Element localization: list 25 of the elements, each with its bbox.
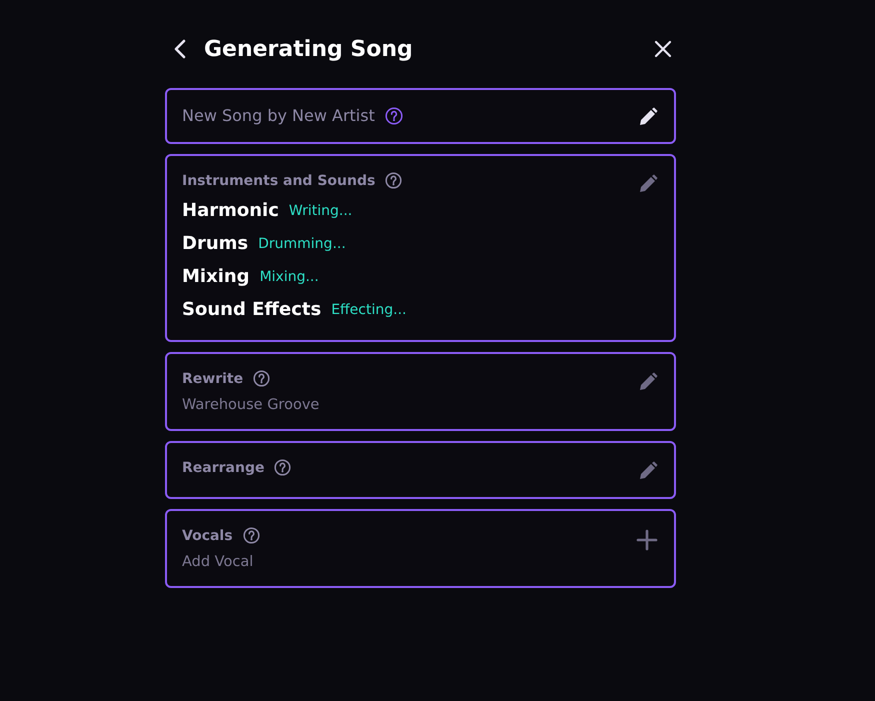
section-value: Warehouse Groove xyxy=(182,397,320,413)
track-name: Mixing xyxy=(182,265,250,289)
close-icon[interactable] xyxy=(654,40,672,58)
plus-icon[interactable] xyxy=(636,529,658,551)
section-title: Vocals xyxy=(182,528,233,544)
help-icon[interactable] xyxy=(384,107,403,125)
section-title: Instruments and Sounds xyxy=(182,172,376,188)
section-title: Rearrange xyxy=(182,460,264,476)
help-icon[interactable] xyxy=(274,459,292,476)
track-name: Drums xyxy=(182,232,248,256)
help-icon[interactable] xyxy=(242,527,260,544)
song-title-field[interactable]: New Song by New Artist xyxy=(182,103,375,129)
back-icon[interactable] xyxy=(173,39,187,59)
track-status: Effecting... xyxy=(331,302,406,318)
page-title: Generating Song xyxy=(204,36,413,62)
help-icon[interactable] xyxy=(253,370,270,387)
track-status: Writing... xyxy=(288,203,352,219)
track-status: Mixing... xyxy=(260,269,319,285)
section-title: Rewrite xyxy=(182,370,244,386)
track-status: Drumming... xyxy=(258,236,346,252)
track-name: Harmonic xyxy=(182,199,279,223)
pencil-icon[interactable] xyxy=(638,107,658,127)
help-icon[interactable] xyxy=(385,172,402,189)
section-value: Add Vocal xyxy=(182,554,254,570)
track-name: Sound Effects xyxy=(182,298,322,322)
